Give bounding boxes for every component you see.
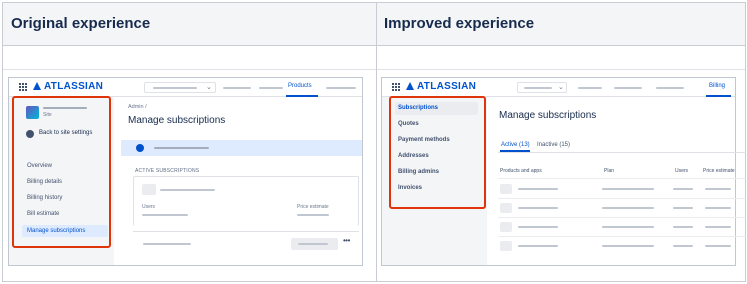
empty-row <box>3 46 745 70</box>
product-name-placeholder <box>160 189 215 191</box>
original-experience-heading: Original experience <box>11 15 151 32</box>
row-divider <box>498 236 746 237</box>
info-icon <box>136 144 144 152</box>
page-title: Manage subscriptions <box>499 110 597 121</box>
column-header-price-estimate[interactable]: Price estimate <box>703 168 735 174</box>
nav-item-placeholder[interactable] <box>614 87 642 89</box>
top-navigation: ATLASSIAN ⌄ Billing <box>382 78 735 97</box>
atlassian-logo[interactable]: ATLASSIAN <box>406 81 476 92</box>
nav-item-placeholder[interactable] <box>578 87 602 89</box>
row-divider <box>498 217 746 218</box>
nav-item-placeholder[interactable] <box>656 87 684 89</box>
column-header-users[interactable]: Users <box>675 168 688 174</box>
atlassian-logo-icon <box>406 82 414 90</box>
page-title: Manage subscriptions <box>128 115 226 126</box>
nav-tab-billing[interactable]: Billing <box>709 83 725 89</box>
improved-experience-heading: Improved experience <box>384 15 535 32</box>
column-header-plan[interactable]: Plan <box>604 168 614 174</box>
original-sidebar-highlight <box>12 96 111 248</box>
nav-item-placeholder[interactable] <box>223 87 251 89</box>
price-value-placeholder <box>297 214 329 216</box>
users-label: Users <box>142 204 156 210</box>
chevron-down-icon: ⌄ <box>558 84 564 91</box>
tab-inactive[interactable]: Inactive (15) <box>537 142 570 148</box>
nav-item-placeholder[interactable] <box>326 87 356 89</box>
atlassian-logo[interactable]: ATLASSIAN <box>33 81 103 92</box>
price-estimate-label: Price estimate <box>297 204 329 210</box>
nav-item-placeholder[interactable] <box>259 87 283 89</box>
tabs-divider <box>498 152 746 153</box>
subscription-card <box>133 176 359 226</box>
improved-sidebar-highlight <box>389 96 486 209</box>
breadcrumb[interactable]: Admin / <box>128 104 147 110</box>
table-header-divider <box>498 178 746 179</box>
atlassian-logo-icon <box>33 82 41 90</box>
active-tab-indicator <box>706 95 731 97</box>
button-text-placeholder <box>298 243 328 245</box>
column-divider <box>376 3 377 281</box>
active-subscriptions-heading: ACTIVE SUBSCRIPTIONS <box>135 168 200 174</box>
site-switcher-dropdown[interactable]: ⌄ <box>144 82 216 93</box>
active-tab-indicator <box>286 95 318 97</box>
top-navigation: ATLASSIAN ⌄ Products <box>9 78 362 97</box>
column-header-products[interactable]: Products and apps <box>500 168 542 174</box>
chevron-down-icon: ⌄ <box>206 84 212 91</box>
card-divider <box>133 231 359 232</box>
app-switcher-icon[interactable] <box>392 83 400 91</box>
row-divider <box>498 198 746 199</box>
users-value-placeholder <box>142 214 188 216</box>
tab-active[interactable]: Active (13) <box>501 142 530 148</box>
nav-tab-products[interactable]: Products <box>288 83 312 89</box>
more-horizontal-icon[interactable]: ••• <box>343 236 350 245</box>
site-switcher-dropdown[interactable]: ⌄ <box>517 82 567 93</box>
active-tab-indicator <box>500 150 530 152</box>
row-placeholder <box>143 243 191 245</box>
app-switcher-icon[interactable] <box>19 83 27 91</box>
banner-text-placeholder <box>154 147 209 149</box>
product-icon-placeholder <box>142 184 156 195</box>
